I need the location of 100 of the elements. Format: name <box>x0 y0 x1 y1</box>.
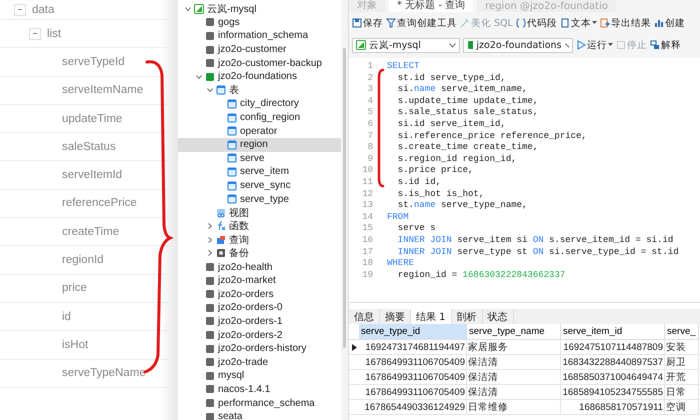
field-name: serveTypeName <box>62 367 146 380</box>
toolbar-button[interactable]: 创建 <box>654 16 685 30</box>
tree-row[interactable]: serve_item <box>178 165 341 179</box>
code-line: SELECT <box>387 61 420 73</box>
tree-row[interactable]: operator <box>178 124 341 138</box>
tree-row[interactable]: seata <box>178 410 341 420</box>
database-icon <box>205 17 215 28</box>
tree-label: jzo2o-orders-0 <box>218 302 282 314</box>
database-icon <box>205 316 215 326</box>
table-cell: 保洁清 <box>467 355 561 370</box>
tree-row[interactable]: jzo2o-trade <box>178 355 341 370</box>
tree-row[interactable]: jzo2o-foundations <box>178 70 341 84</box>
code-line: si.name serve_item_name, <box>396 84 528 96</box>
tree-row[interactable]: config_region <box>178 110 341 124</box>
tree-row[interactable]: 函数 <box>178 220 341 234</box>
code-line: FROM <box>387 212 409 224</box>
toolbar-button[interactable]: 查询创建工具 <box>386 16 457 30</box>
tree-row[interactable]: jzo2o-orders-0 <box>178 301 341 315</box>
field-name: regionId <box>62 254 104 266</box>
field-name: serveItemName <box>62 84 144 96</box>
code-line: si.reference_price reference_price, <box>396 130 587 142</box>
tree-row[interactable]: jzo2o-market <box>178 274 341 288</box>
toolbar-button[interactable]: 运行 <box>576 38 613 52</box>
tree-row[interactable]: gogs <box>178 16 341 30</box>
toolbar-button[interactable]: 导出结果 <box>600 16 651 30</box>
database-select[interactable]: jzo2o-foundations <box>463 38 573 52</box>
code-line: s.price price, <box>396 165 474 177</box>
tree-row[interactable]: jzo2o-health <box>178 260 341 274</box>
tree-row[interactable]: information_schema <box>178 29 341 43</box>
table-icon <box>227 126 237 136</box>
field-name: isHot <box>62 338 88 351</box>
table-cell: 保洁清 <box>467 370 561 385</box>
table-icon <box>227 153 237 164</box>
collapse-chevron-icon[interactable] <box>185 6 191 12</box>
collapse-chevron-icon[interactable] <box>207 87 213 94</box>
editor-tab[interactable]: * 无标题 - 查询 <box>389 0 474 12</box>
table-icon <box>227 180 237 191</box>
tree-row[interactable]: 视图 <box>178 206 341 220</box>
toolbar-button[interactable]: 文本 <box>560 16 597 30</box>
tree-row[interactable]: 查询 <box>178 233 341 247</box>
tree-row[interactable]: jzo2o-orders-2 <box>178 328 341 342</box>
code-line: si.id serve_item_id, <box>396 118 506 131</box>
column-header[interactable]: serve_ <box>665 324 699 340</box>
code-line: s.sale_status sale_status, <box>396 107 538 119</box>
tree-row[interactable]: jzo2o-orders-1 <box>178 314 341 328</box>
bar-chart-icon <box>654 18 664 28</box>
tree-label: jzo2o-health <box>218 262 272 273</box>
tree-row[interactable]: region <box>178 138 341 152</box>
database-icon <box>205 30 215 41</box>
database-icon <box>205 58 215 68</box>
result-tab[interactable]: 剖析 <box>452 309 483 324</box>
table-cell: 日常维修 <box>467 400 561 415</box>
expand-chevron-icon[interactable] <box>207 250 213 256</box>
tree-label: region <box>240 139 268 150</box>
tree-row[interactable]: 表 <box>178 84 341 98</box>
tree-row[interactable]: jzo2o-customer <box>178 42 341 56</box>
tree-label: jzo2o-orders <box>218 288 274 300</box>
line-number: 3 <box>366 84 373 96</box>
toolbar-button[interactable]: 保存 <box>352 16 383 30</box>
column-header[interactable]: serve_type_name <box>467 324 561 340</box>
tree-row[interactable]: 云岚-mysql <box>178 2 341 16</box>
tree-row[interactable]: performance_schema <box>178 396 341 410</box>
expand-chevron-icon[interactable] <box>207 236 213 243</box>
tree-row[interactable]: serve <box>178 152 341 166</box>
tree-row[interactable]: mysql <box>178 369 341 383</box>
tree-label: config_region <box>240 112 300 124</box>
tree-label: information_schema <box>218 30 308 42</box>
toolbar-button[interactable]: 代码段 <box>516 16 557 30</box>
tree-row[interactable]: serve_type <box>178 192 341 206</box>
code-line: st.name serve_type_name, <box>396 200 528 212</box>
tree-row[interactable]: jzo2o-orders <box>178 287 341 302</box>
result-tab[interactable]: 结果 1 <box>411 309 452 324</box>
tree-row[interactable]: serve_sync <box>178 178 341 192</box>
tree-label: jzo2o-orders-2 <box>218 330 282 341</box>
database-icon <box>205 370 215 381</box>
field-name: price <box>62 282 87 294</box>
stop-icon <box>616 40 626 50</box>
line-number: 19 <box>361 270 373 282</box>
expand-chevron-icon[interactable] <box>207 223 213 230</box>
database-icon <box>205 330 215 340</box>
column-header[interactable]: serve_item_id <box>561 324 665 340</box>
connection-select[interactable]: 云岚-mysql <box>352 38 460 52</box>
tree-row[interactable]: jzo2o-customer-backup <box>178 56 341 70</box>
tree-row[interactable]: nacos-1.4.1 <box>178 382 341 396</box>
collapse-toggle[interactable] <box>14 4 26 16</box>
tree-row[interactable]: 备份 <box>178 246 341 260</box>
collapse-toggle[interactable] <box>29 28 41 40</box>
column-header[interactable]: serve_type_id <box>359 324 467 340</box>
tree-row[interactable]: city_directory <box>178 97 341 111</box>
code-line: region_id = 1686303222843662337 <box>396 270 566 282</box>
line-number: 16 <box>361 234 373 246</box>
toolbar-button[interactable]: 解释 <box>650 38 681 52</box>
code-line: s.id id, <box>396 176 442 189</box>
tree-row[interactable]: jzo2o-orders-history <box>178 342 341 356</box>
result-tab[interactable]: 状态 <box>482 309 514 324</box>
collapse-chevron-icon[interactable] <box>196 74 202 80</box>
table-cell: 1685850371004649474 <box>561 370 665 385</box>
table-icon <box>227 194 237 204</box>
code-line: INNER JOIN serve_item si ON s.serve_item_id = si.id <box>396 234 674 246</box>
funnel-icon <box>386 18 396 28</box>
